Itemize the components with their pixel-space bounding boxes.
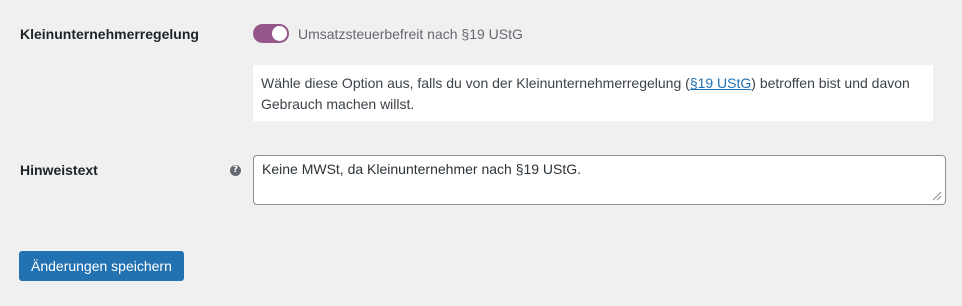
toggle-knob xyxy=(272,26,287,41)
option-description: Wähle diese Option aus, falls du von der… xyxy=(253,65,933,121)
hinweistext-label: Hinweistext xyxy=(20,162,98,178)
description-text-before: Wähle diese Option aus, falls du von der… xyxy=(261,75,690,91)
kleinunternehmer-toggle[interactable] xyxy=(253,24,289,43)
ustg-link[interactable]: §19 UStG xyxy=(690,75,751,91)
hinweistext-textarea[interactable]: Keine MWSt, da Kleinunternehmer nach §19… xyxy=(253,155,946,205)
save-button[interactable]: Änderungen speichern xyxy=(19,251,184,281)
help-icon[interactable]: ? xyxy=(230,165,241,176)
toggle-label: Umsatzsteuerbefreit nach §19 UStG xyxy=(298,26,523,42)
resize-grip-icon[interactable] xyxy=(930,189,942,201)
kleinunternehmer-label: Kleinunternehmerregelung xyxy=(20,26,199,42)
